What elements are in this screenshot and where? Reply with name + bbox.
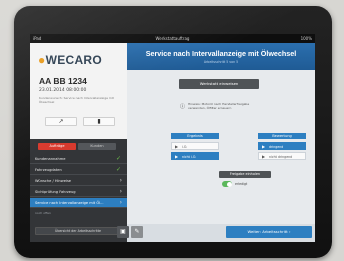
step-item-active[interactable]: Service nach Intervallanzeige mit Öl... … (30, 198, 127, 208)
status-bar: iPad Werkstattauftrag 100% (30, 34, 315, 43)
logo-text: WECARO (45, 53, 103, 67)
arrow-right-icon: ▶ (262, 154, 266, 159)
step-list-panel: Aufträge Kunden Kundenannahme ✓ Fahrzeug… (30, 139, 127, 242)
license-plate: AA BB 1234 (39, 76, 87, 86)
expand-button[interactable]: ↗ (45, 117, 77, 126)
next-step-button[interactable]: Weiter: Arbeitsschritt › (226, 226, 312, 238)
option-label: dringend (269, 144, 284, 149)
option-label: nicht dringend (269, 154, 293, 159)
step-item[interactable]: Sichtprüfung Fahrzeug › (30, 187, 127, 197)
sidebar-tool-row: ↗ ▮ (39, 117, 119, 127)
chevron-right-icon: › (119, 177, 122, 184)
option-label: i.O. (182, 144, 188, 149)
steps-overview-button[interactable]: Übersicht der Arbeitsschritte (35, 227, 121, 235)
check-icon: ✓ (115, 166, 121, 173)
sidebar: ●WECARO AA BB 1234 23.01.2014 08:00:00 K… (30, 43, 127, 242)
result-option-ok[interactable]: ▶ i.O. (171, 142, 219, 150)
approval-toggle[interactable] (222, 181, 232, 187)
step-label: Fahrzeugdaten (35, 168, 62, 172)
step-label: Sichtprüfung Fahrzeug (35, 190, 76, 194)
pencil-icon: ✎ (134, 228, 140, 235)
arrow-right-icon: ▶ (175, 144, 179, 149)
trash-icon: ▮ (97, 118, 101, 125)
instruct-workshop-button[interactable]: Werkstatt einweisen (179, 79, 259, 89)
arrow-right-icon: ▶ (262, 144, 266, 149)
result-group-header: Ergebnis (171, 133, 219, 139)
status-battery: 100% (300, 36, 312, 41)
approval-toggle-label: erledigt (235, 182, 248, 186)
check-icon: ✓ (115, 155, 121, 162)
hint-text: Hinweis: Motoröl nach Herstellerfreigabe… (188, 102, 250, 110)
step-header: Service nach Intervallanzeige mit Ölwech… (127, 43, 315, 70)
tablet-screen: iPad Werkstattauftrag 100% ●WECARO AA BB… (30, 34, 315, 242)
camera-icon: ▣ (120, 228, 126, 235)
segment-orders[interactable]: Aufträge (38, 143, 76, 150)
page-title: Service nach Intervallanzeige mit Ölwech… (145, 49, 297, 58)
arrow-right-icon: ▶ (175, 154, 179, 159)
sidebar-segment-control: Aufträge Kunden (38, 143, 118, 150)
chevron-right-icon: › (119, 199, 122, 206)
page-subtitle: Arbeitsschritt 5 von 5 (203, 60, 239, 64)
step-item[interactable]: Kundenannahme ✓ (30, 154, 127, 164)
option-label: nicht i.O. (182, 154, 197, 159)
delete-button[interactable]: ▮ (83, 117, 115, 126)
step-label: Service nach Intervallanzeige mit Öl... (35, 201, 104, 205)
result-option-not-ok[interactable]: ▶ nicht i.O. (171, 152, 219, 160)
approval-header: Freigabe einholen (219, 171, 271, 178)
order-date: 23.01.2014 08:00:00 (39, 88, 87, 93)
camera-button[interactable]: ▣ (117, 226, 129, 238)
step-item[interactable]: Fahrzeugdaten ✓ (30, 165, 127, 175)
step-sub-status: noch offen (35, 211, 51, 215)
main-panel: Service nach Intervallanzeige mit Ölwech… (117, 43, 315, 242)
toggle-knob (227, 181, 232, 187)
edit-button[interactable]: ✎ (131, 226, 143, 238)
rating-option-urgent[interactable]: ▶ dringend (258, 142, 306, 150)
rating-option-not-urgent[interactable]: ▶ nicht dringend (258, 152, 306, 160)
wecaro-logo: ●WECARO (38, 53, 102, 67)
status-title: Werkstattauftrag (155, 36, 190, 41)
logo-dot-icon: ● (38, 53, 46, 67)
rating-group-header: Bewertung (258, 133, 306, 139)
info-icon: ⓘ (180, 104, 186, 110)
customer-request-text: Kundenwunsch: Service nach Intervallanze… (39, 96, 114, 104)
segment-customers[interactable]: Kunden (78, 143, 116, 150)
chevron-right-icon: › (119, 188, 122, 195)
step-label: Wünsche / Hinweise (35, 179, 72, 183)
expand-icon: ↗ (58, 118, 64, 125)
step-label: Kundenannahme (35, 157, 66, 161)
step-item[interactable]: Wünsche / Hinweise › (30, 176, 127, 186)
